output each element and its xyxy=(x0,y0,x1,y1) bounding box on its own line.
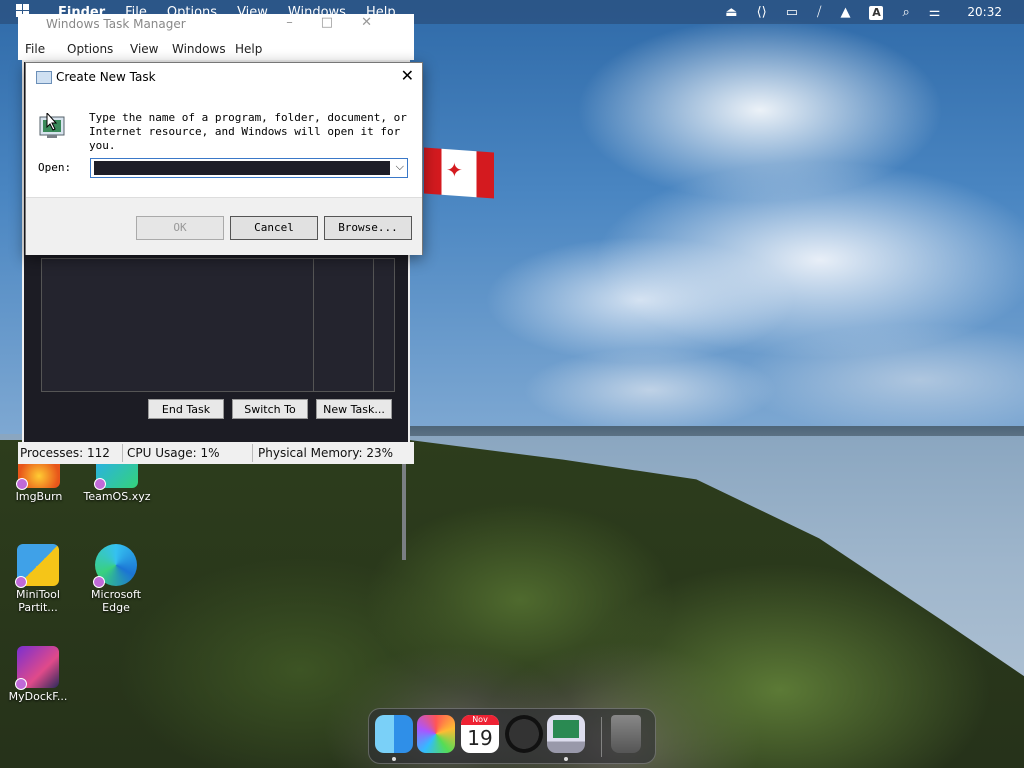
trash-icon[interactable] xyxy=(611,715,641,753)
task-manager-menubar: File Options View Windows Help xyxy=(18,38,414,60)
desktop-icon-teamos[interactable]: TeamOS.xyz xyxy=(81,458,153,503)
input-source-icon[interactable]: A xyxy=(869,5,884,20)
switch-to-button[interactable]: Switch To xyxy=(232,399,308,419)
calendar-day: 19 xyxy=(467,726,493,750)
create-new-task-dialog: Create New Task ✕ Type the name of a pro… xyxy=(25,62,423,255)
alias-arrow-icon xyxy=(15,576,27,588)
display-icon[interactable]: ▭ xyxy=(786,5,798,20)
status-area: ⏏ ⟨⟩ ▭ ⧸ ▲ A ⌕ ⚌ 20:32 xyxy=(725,0,1024,24)
end-task-button[interactable]: End Task xyxy=(148,399,224,419)
minitool-partition-icon xyxy=(15,544,59,588)
tm-menu-help[interactable]: Help xyxy=(235,42,262,56)
open-combobox[interactable]: ⌵ xyxy=(90,158,408,178)
wallpaper-horizon xyxy=(410,426,1024,436)
control-center-icon[interactable]: ⚌ xyxy=(929,5,941,20)
launchpad-icon[interactable] xyxy=(417,715,455,753)
task-manager-titlebar[interactable]: Windows Task Manager –□✕ xyxy=(18,14,414,38)
window-controls: –□✕ xyxy=(286,15,400,30)
close-icon[interactable]: ✕ xyxy=(361,15,400,30)
flag-pole xyxy=(402,455,406,560)
desktop-icon-mydockfinder[interactable]: MyDockF... xyxy=(2,646,74,703)
alias-arrow-icon xyxy=(16,478,28,490)
open-input-selection[interactable] xyxy=(94,161,390,175)
eject-icon[interactable]: ⏏ xyxy=(725,5,737,20)
ok-button[interactable]: OK xyxy=(136,216,224,240)
column-divider xyxy=(373,259,374,391)
dialog-footer: OK Cancel Browse... xyxy=(26,197,422,255)
menu-clock[interactable]: 20:32 xyxy=(967,5,1002,19)
tm-menu-windows[interactable]: Windows xyxy=(172,42,226,56)
alias-arrow-icon xyxy=(15,678,27,690)
tm-menu-view[interactable]: View xyxy=(130,42,158,56)
task-list[interactable] xyxy=(41,258,395,392)
desktop-icon-label: Microsoft Edge xyxy=(90,588,142,614)
dock-separator xyxy=(601,717,602,757)
upload-icon[interactable]: ▲ xyxy=(840,5,850,20)
mydockfinder-icon xyxy=(15,646,59,690)
running-indicator xyxy=(564,757,568,761)
minimize-icon[interactable]: – xyxy=(286,15,321,30)
task-manager-statusbar: Processes: 112 CPU Usage: 1% Physical Me… xyxy=(18,442,414,464)
desktop-icon-label: TeamOS.xyz xyxy=(83,490,151,503)
code-icon[interactable]: ⟨⟩ xyxy=(757,5,767,20)
running-indicator xyxy=(392,757,396,761)
run-window-icon xyxy=(36,71,52,84)
dialog-title: Create New Task xyxy=(56,70,156,84)
desktop-icon-label: MiniTool Partit... xyxy=(16,588,60,614)
tm-menu-file[interactable]: File xyxy=(25,42,45,56)
dock: Nov 19 xyxy=(368,708,656,764)
calendar-month: Nov xyxy=(461,715,499,725)
desktop-icon-imgburn[interactable]: ImgBurn xyxy=(3,458,75,503)
open-label: Open: xyxy=(38,161,72,174)
new-task-button[interactable]: New Task... xyxy=(316,399,392,419)
close-icon[interactable]: ✕ xyxy=(401,66,414,85)
status-memory: Physical Memory: 23% xyxy=(258,446,394,460)
clock-icon[interactable] xyxy=(505,715,543,753)
monitor-screen xyxy=(553,720,579,738)
desktop-icon-edge[interactable]: Microsoft Edge xyxy=(80,544,152,614)
alias-arrow-icon xyxy=(93,576,105,588)
maximize-icon[interactable]: □ xyxy=(321,15,361,30)
network-off-icon[interactable]: ⧸ xyxy=(817,5,821,20)
status-divider xyxy=(252,444,253,462)
cancel-button[interactable]: Cancel xyxy=(230,216,318,240)
edge-icon xyxy=(93,544,137,588)
alias-arrow-icon xyxy=(94,478,106,490)
column-divider xyxy=(313,259,314,391)
chevron-down-icon[interactable]: ⌵ xyxy=(396,160,404,174)
desktop-icon-label: ImgBurn xyxy=(15,490,63,503)
search-icon[interactable]: ⌕ xyxy=(902,5,909,20)
task-manager-title: Windows Task Manager xyxy=(46,17,186,31)
maple-leaf-icon: ✦ xyxy=(446,158,463,182)
status-divider xyxy=(122,444,123,462)
desktop-icon-label: MyDockF... xyxy=(8,690,68,703)
browse-button[interactable]: Browse... xyxy=(324,216,412,240)
dialog-titlebar[interactable]: Create New Task ✕ xyxy=(26,63,422,91)
desktop-icon-minitool[interactable]: MiniTool Partit... xyxy=(2,544,74,614)
run-program-icon xyxy=(38,111,68,139)
status-processes: Processes: 112 xyxy=(20,446,110,460)
calendar-icon[interactable]: Nov 19 xyxy=(461,715,499,753)
tm-menu-options[interactable]: Options xyxy=(67,42,113,56)
task-manager-dock-icon[interactable] xyxy=(547,715,585,753)
status-cpu: CPU Usage: 1% xyxy=(127,446,220,460)
finder-icon[interactable] xyxy=(375,715,413,753)
dialog-description: Type the name of a program, folder, docu… xyxy=(89,111,407,152)
